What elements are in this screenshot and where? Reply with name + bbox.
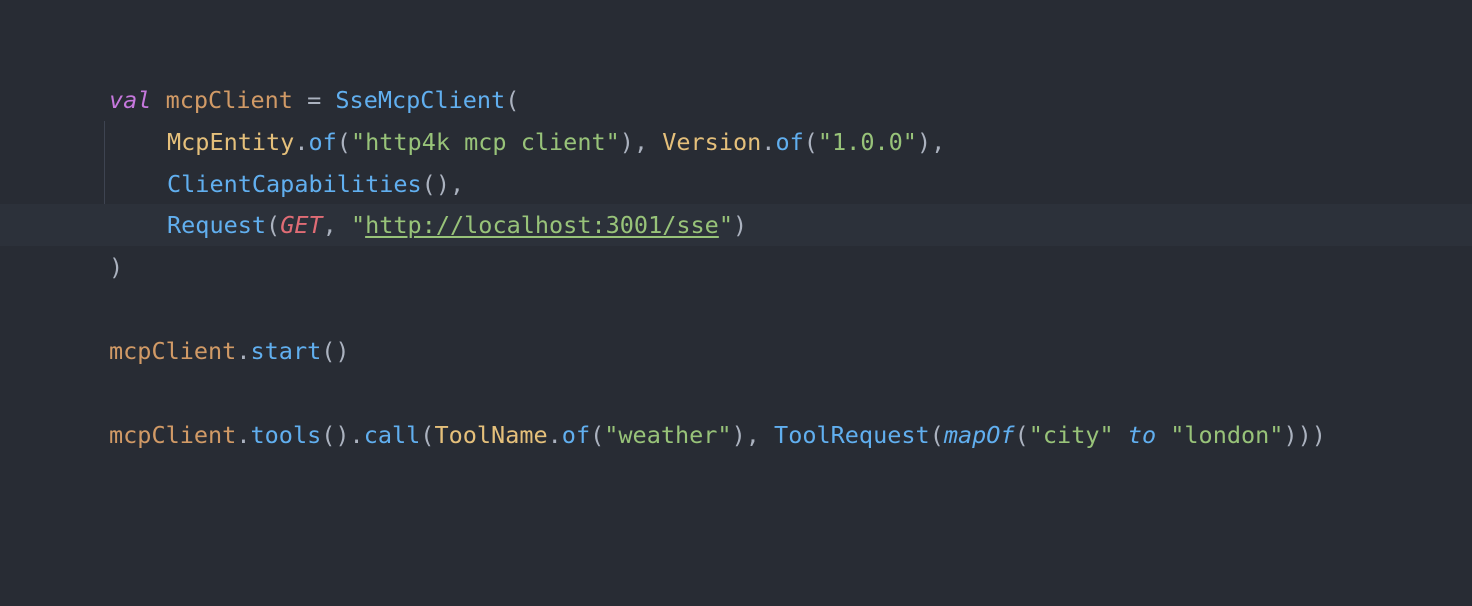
code-line-4-current[interactable]: Request(GET, "http://localhost:3001/sse"… [0,204,1472,246]
method-call: of [561,421,591,449]
keyword-val: val [109,86,152,114]
code-line-content: mcpClient.start() [109,330,350,372]
code-line-content: val mcpClient = SseMcpClient( [109,79,519,121]
constructor-call: ToolRequest [774,421,930,449]
close-paren: ) [109,253,124,281]
code-line-content: McpEntity.of("http4k mcp client"), Versi… [167,121,945,163]
url-link[interactable]: http://localhost:3001/sse [365,211,719,239]
method-call: of [308,128,337,156]
string-literal: "london" [1170,421,1284,449]
code-line-6[interactable]: mcpClient.start() [0,330,1472,372]
constructor-call: ClientCapabilities [167,170,422,198]
method-call: start [250,337,322,365]
punctuation: ( [420,421,435,449]
constructor-call: SseMcpClient [335,86,506,114]
string-literal: "city" [1028,421,1114,449]
punctuation: () [321,337,350,365]
punctuation: ) [732,211,748,239]
class-name: Version [662,128,762,156]
punctuation: ), [619,128,663,156]
punctuation: ), [916,128,946,156]
string-literal: "http4k mcp client" [350,128,620,156]
punctuation: (), [421,170,465,198]
string-literal: "weather" [604,421,732,449]
variable-name: mcpClient [109,337,237,365]
punctuation: ( [803,128,818,156]
dot: . [236,337,251,365]
punctuation: (). [321,421,364,449]
infix-to: to [1127,421,1157,449]
code-line-content: Request(GET, "http://localhost:3001/sse"… [167,204,747,246]
code-line-1[interactable]: val mcpClient = SseMcpClient( [0,79,1472,121]
assign-operator: = [292,86,336,114]
dot: . [761,128,776,156]
string-quote: " [718,211,733,239]
variable-name: mcpClient [165,86,293,114]
punctuation: ( [590,421,605,449]
code-line-3[interactable]: ClientCapabilities(), [0,163,1472,205]
code-line-2[interactable]: McpEntity.of("http4k mcp client"), Versi… [0,121,1472,163]
dot: . [236,421,251,449]
punctuation: ( [336,128,351,156]
dot: . [547,421,562,449]
method-call: of [775,128,804,156]
constant-get: GET [280,211,323,239]
punctuation: ( [929,421,944,449]
code-line-content: ClientCapabilities(), [167,163,464,205]
method-call: tools [250,421,322,449]
punctuation: ), [731,421,775,449]
code-line-content: ) [109,246,123,288]
punctuation: ))) [1283,421,1326,449]
punctuation: ( [266,211,281,239]
punctuation: , [322,211,351,239]
open-paren: ( [505,86,520,114]
variable-name: mcpClient [109,421,237,449]
string-quote: " [350,211,366,239]
method-call: call [363,421,421,449]
code-line-5[interactable]: ) [0,246,1472,288]
code-editor[interactable]: val mcpClient = SseMcpClient( McpEntity.… [0,0,1472,606]
punctuation: ( [1014,421,1029,449]
dot: . [294,128,309,156]
string-literal: "1.0.0" [817,128,917,156]
class-name: McpEntity [167,128,295,156]
constructor-call: Request [167,211,267,239]
function-call-mapof: mapOf [943,421,1015,449]
code-line-content: mcpClient.tools().call(ToolName.of("weat… [109,414,1326,456]
class-name: ToolName [434,421,548,449]
code-line-7[interactable]: mcpClient.tools().call(ToolName.of("weat… [0,414,1472,456]
